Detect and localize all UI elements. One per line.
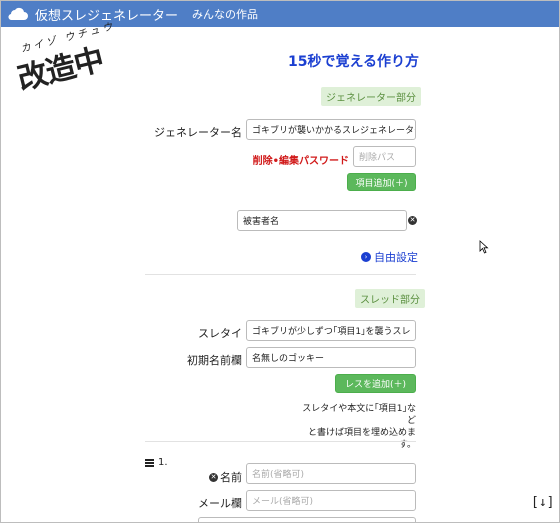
- guide-link[interactable]: 15秒で覚える作り方: [288, 51, 419, 71]
- password-label: 削除•編集パスワード: [252, 156, 349, 167]
- embed-hint: スレタイや本文に｢項目1｣など と書けば項目を埋め込めます。: [296, 403, 416, 451]
- drag-handle-icon[interactable]: [145, 458, 154, 467]
- brand-link[interactable]: 仮想スレジェネレーター: [7, 5, 178, 24]
- default-name-input[interactable]: 名無しのゴッキー: [246, 347, 416, 368]
- divider: [145, 441, 416, 442]
- res-1-number: 1.: [158, 457, 168, 468]
- remodeling-stamp: カイゾ ウチュウ 改造中: [9, 17, 127, 98]
- thread-title-input[interactable]: ゴキブリが少しずつ｢項目1｣を襲うスレ: [246, 320, 416, 341]
- res-name-input[interactable]: 名前(省略可): [246, 463, 416, 484]
- add-res-button[interactable]: レスを追加(＋): [335, 374, 416, 393]
- divider: [145, 274, 416, 275]
- works-nav-link[interactable]: みんなの作品: [192, 6, 258, 22]
- generator-section-tag: ジェネレーター部分: [321, 87, 421, 106]
- generator-name-input[interactable]: ゴキブリが襲いかかるスレジェネレーター: [246, 119, 416, 140]
- res-mail-label: メール欄: [198, 497, 242, 510]
- res-body-textarea[interactable]: [198, 517, 416, 522]
- free-settings-text: 自由設定: [374, 251, 418, 264]
- free-settings-link[interactable]: › 自由設定: [361, 249, 418, 265]
- password-input[interactable]: 削除パス: [353, 146, 416, 167]
- thread-title-label: スレタイ: [198, 327, 242, 340]
- embed-hint-line-2: と書けば項目を埋め込めます。: [307, 428, 416, 450]
- generator-name-label: ジェネレーター名: [154, 126, 242, 139]
- res-name-label: 名前: [220, 471, 242, 484]
- remove-item-icon[interactable]: ✕: [408, 216, 417, 225]
- add-item-button[interactable]: 項目追加(＋): [347, 173, 416, 191]
- scroll-down-button[interactable]: [↓]: [531, 495, 554, 510]
- default-name-label: 初期名前欄: [187, 354, 242, 367]
- res-name-label-group: ✕ 名前: [201, 469, 242, 485]
- arrow-circle-icon: ›: [361, 252, 371, 262]
- cloud-icon: [8, 7, 29, 21]
- thread-section-tag: スレッド部分: [355, 289, 425, 308]
- page-frame: 仮想スレジェネレーター みんなの作品 カイゾ ウチュウ 改造中 15秒で覚える作…: [0, 0, 560, 523]
- embed-hint-line-1: スレタイや本文に｢項目1｣など: [302, 404, 416, 426]
- res-mail-input[interactable]: メール(省略可): [246, 490, 416, 511]
- remove-res-icon[interactable]: ✕: [209, 472, 218, 482]
- res-1-header[interactable]: 1.: [145, 457, 168, 468]
- item-1-input[interactable]: 被害者名: [237, 210, 407, 231]
- mouse-cursor-icon: [479, 240, 489, 254]
